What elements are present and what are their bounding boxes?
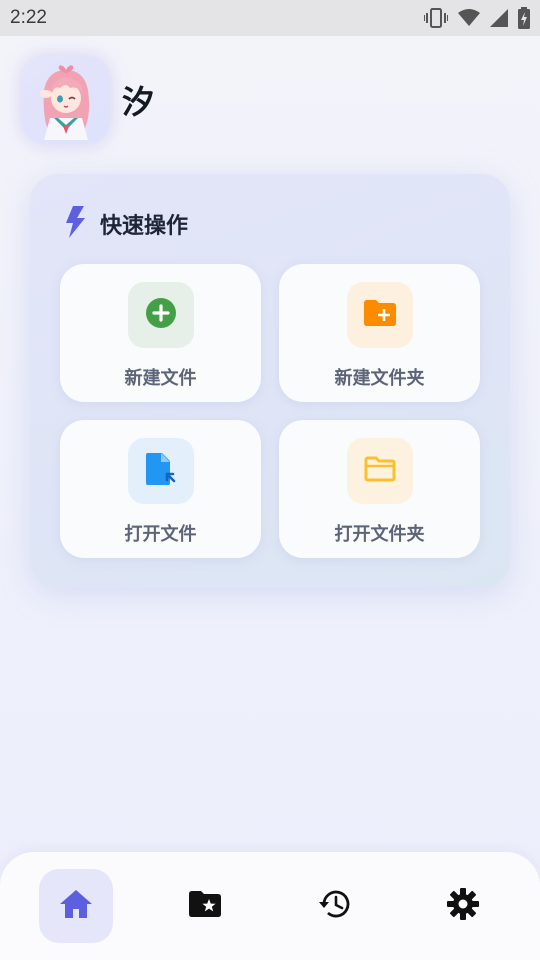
new-folder-button[interactable]: 新建文件夹 <box>279 264 480 402</box>
tile-label: 新建文件 <box>124 368 197 389</box>
lightning-bolt-icon <box>64 206 86 242</box>
nav-favorites[interactable] <box>168 869 242 943</box>
folder-plus-icon <box>363 300 396 330</box>
open-folder-button[interactable]: 打开文件夹 <box>279 420 480 558</box>
tile-icon-bg <box>346 438 413 504</box>
quick-actions-card: 快速操作 新建文件 新建文件夹 打开文件 打开文件夹 <box>30 174 510 588</box>
status-time: 2:22 <box>10 7 47 28</box>
tile-icon-bg <box>127 282 194 348</box>
status-icons <box>424 7 530 29</box>
nav-home[interactable] <box>39 869 113 943</box>
profile-header: 汐 <box>22 56 154 144</box>
vibrate-icon <box>424 7 448 29</box>
nav-settings[interactable] <box>426 869 500 943</box>
file-open-icon <box>145 453 176 489</box>
tile-label: 新建文件夹 <box>334 368 425 389</box>
bottom-navigation <box>0 852 540 960</box>
anime-character-avatar <box>40 65 90 140</box>
history-icon <box>318 889 350 923</box>
battery-charging-icon <box>518 7 530 29</box>
plus-circle-icon <box>145 298 176 332</box>
tile-icon-bg <box>127 438 194 504</box>
status-bar: 2:22 <box>0 0 540 36</box>
home-icon <box>60 890 92 922</box>
settings-icon <box>447 888 479 924</box>
quick-actions-header: 快速操作 <box>64 206 188 242</box>
folder-outline-icon <box>364 456 396 486</box>
username: 汐 <box>122 83 155 121</box>
tile-label: 打开文件夹 <box>334 524 425 545</box>
folder-star-icon <box>189 891 221 921</box>
wifi-icon <box>458 9 480 27</box>
open-file-button[interactable]: 打开文件 <box>60 420 261 558</box>
quick-actions-title: 快速操作 <box>100 214 189 239</box>
nav-history[interactable] <box>297 869 371 943</box>
avatar[interactable] <box>22 56 110 144</box>
new-file-button[interactable]: 新建文件 <box>60 264 261 402</box>
tile-label: 打开文件 <box>124 524 197 545</box>
tile-icon-bg <box>346 282 413 348</box>
signal-icon <box>490 9 508 27</box>
